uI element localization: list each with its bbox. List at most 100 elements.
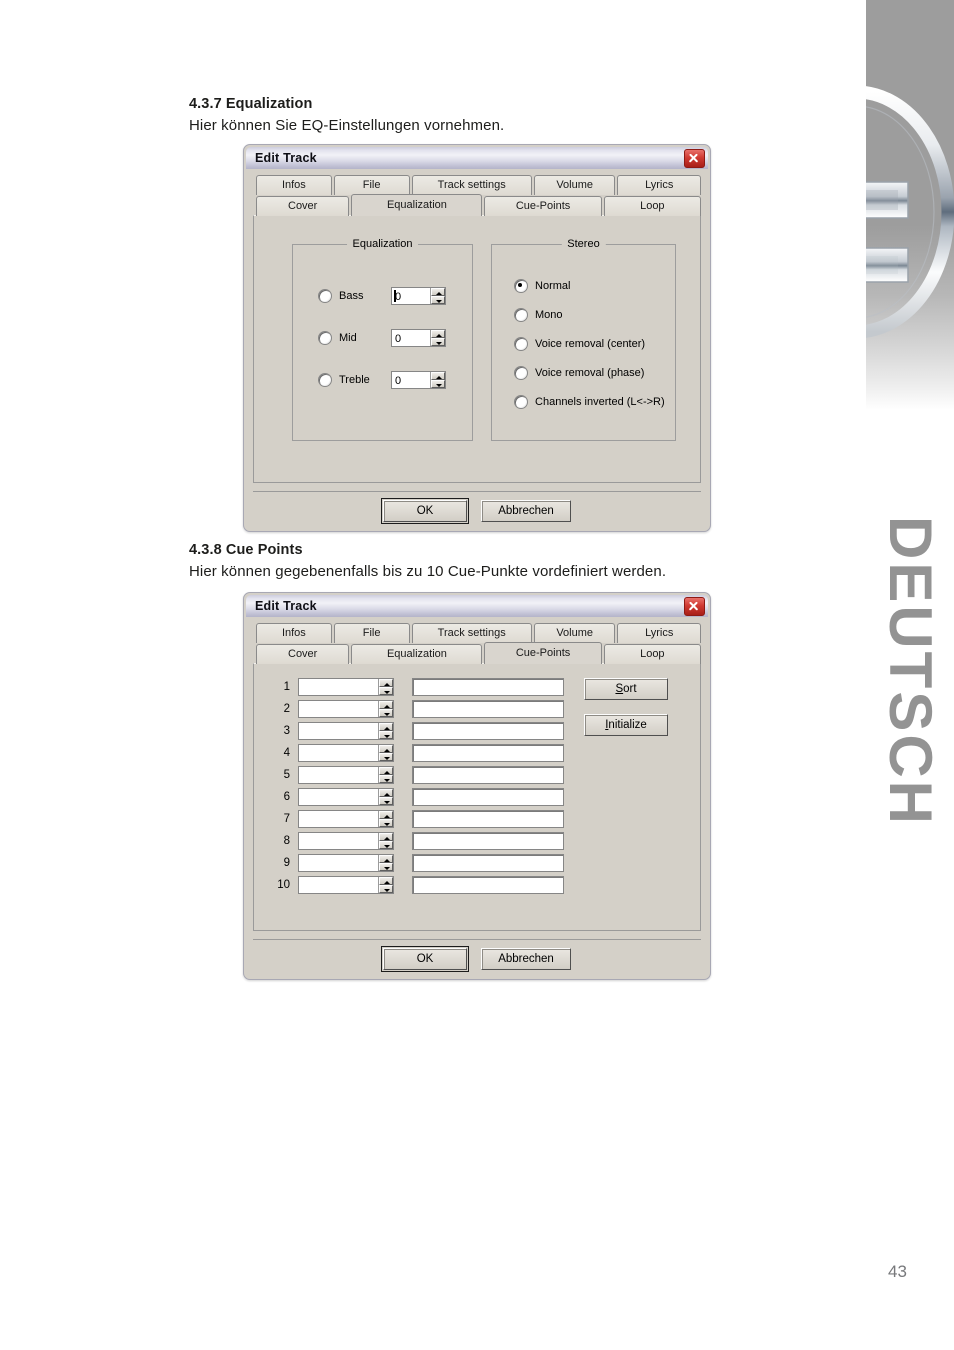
spinner-up-icon[interactable] xyxy=(379,877,393,885)
cue-name-field[interactable] xyxy=(412,810,564,828)
cue-time-spinner-buttons[interactable] xyxy=(378,877,393,893)
tab-infos[interactable]: Infos xyxy=(256,623,332,643)
cue-time-value[interactable] xyxy=(299,855,378,871)
cue-name-field[interactable] xyxy=(412,832,564,850)
stereo-option-channels-inverted[interactable]: Channels inverted (L<->R) xyxy=(514,395,675,409)
cancel-button[interactable]: Abbrechen xyxy=(481,500,571,522)
cue-time-spinner-buttons[interactable] xyxy=(378,855,393,871)
spinner-down-icon[interactable] xyxy=(431,296,445,304)
spinner-down-icon[interactable] xyxy=(379,819,393,827)
spinner-down-icon[interactable] xyxy=(379,709,393,717)
cue-time-spinner-buttons[interactable] xyxy=(378,723,393,739)
spinner-down-icon[interactable] xyxy=(379,863,393,871)
spinner-up-icon[interactable] xyxy=(379,855,393,863)
tab-lyrics[interactable]: Lyrics xyxy=(617,175,701,195)
tab-track-settings[interactable]: Track settings xyxy=(411,175,532,195)
cue-time-value[interactable] xyxy=(299,789,378,805)
tab-track-settings[interactable]: Track settings xyxy=(411,623,532,643)
spinner-up-icon[interactable] xyxy=(379,701,393,709)
stereo-option-voice-center[interactable]: Voice removal (center) xyxy=(514,337,675,351)
cue-name-field[interactable] xyxy=(412,744,564,762)
cue-time-spinner-buttons[interactable] xyxy=(378,767,393,783)
spinner-down-icon[interactable] xyxy=(379,797,393,805)
tab-cover[interactable]: Cover xyxy=(256,196,350,216)
spinner-down-icon[interactable] xyxy=(431,338,445,346)
tab-lyrics[interactable]: Lyrics xyxy=(617,623,701,643)
tab-file[interactable]: File xyxy=(333,175,410,195)
radio-mid[interactable] xyxy=(318,331,332,345)
tab-volume[interactable]: Volume xyxy=(533,175,616,195)
spinner-mid-buttons[interactable] xyxy=(430,330,445,346)
spinner-treble[interactable]: 0 xyxy=(391,371,446,389)
spinner-down-icon[interactable] xyxy=(379,775,393,783)
radio-voice-phase[interactable] xyxy=(514,366,529,380)
edit-track-dialog-equalization[interactable]: Edit Track Infos File Track settings Vol… xyxy=(243,144,711,532)
band-row-treble[interactable]: Treble 0 xyxy=(318,371,472,389)
spinner-down-icon[interactable] xyxy=(379,753,393,761)
cue-time-spinner-buttons[interactable] xyxy=(378,811,393,827)
cue-time-value[interactable] xyxy=(299,811,378,827)
spinner-bass-buttons[interactable] xyxy=(430,288,445,304)
spinner-down-icon[interactable] xyxy=(379,687,393,695)
cue-name-field[interactable] xyxy=(412,678,564,696)
spinner-mid-value[interactable]: 0 xyxy=(392,330,430,346)
tab-equalization[interactable]: Equalization xyxy=(351,194,483,216)
cue-time-value[interactable] xyxy=(299,833,378,849)
tab-infos[interactable]: Infos xyxy=(256,175,332,195)
cue-time-spinner[interactable] xyxy=(298,854,394,872)
spinner-up-icon[interactable] xyxy=(379,811,393,819)
spinner-down-icon[interactable] xyxy=(379,885,393,893)
cue-name-field[interactable] xyxy=(412,700,564,718)
tab-loop[interactable]: Loop xyxy=(603,644,701,664)
tab-loop[interactable]: Loop xyxy=(603,196,701,216)
cue-time-spinner-buttons[interactable] xyxy=(378,789,393,805)
ok-button[interactable]: OK xyxy=(381,946,469,972)
radio-treble[interactable] xyxy=(318,373,332,387)
cue-time-spinner-buttons[interactable] xyxy=(378,701,393,717)
cue-time-spinner[interactable] xyxy=(298,678,394,696)
cue-name-field[interactable] xyxy=(412,854,564,872)
radio-channels-inverted[interactable] xyxy=(514,395,529,409)
tab-cue-points[interactable]: Cue-Points xyxy=(484,642,602,664)
edit-track-dialog-cuepoints[interactable]: Edit Track Infos File Track settings Vol… xyxy=(243,592,711,980)
spinner-up-icon[interactable] xyxy=(431,330,445,338)
radio-bass[interactable] xyxy=(318,289,332,303)
spinner-down-icon[interactable] xyxy=(431,380,445,388)
cue-name-field[interactable] xyxy=(412,766,564,784)
initialize-button[interactable]: Initialize xyxy=(584,714,668,736)
spinner-up-icon[interactable] xyxy=(431,288,445,296)
spinner-treble-value[interactable]: 0 xyxy=(392,372,430,388)
cue-time-value[interactable] xyxy=(299,877,378,893)
spinner-up-icon[interactable] xyxy=(379,745,393,753)
cue-time-value[interactable] xyxy=(299,723,378,739)
cue-time-spinner[interactable] xyxy=(298,722,394,740)
spinner-up-icon[interactable] xyxy=(431,372,445,380)
spinner-up-icon[interactable] xyxy=(379,723,393,731)
tab-equalization[interactable]: Equalization xyxy=(351,644,483,664)
cue-name-field[interactable] xyxy=(412,876,564,894)
cue-time-spinner-buttons[interactable] xyxy=(378,745,393,761)
radio-mono[interactable] xyxy=(514,308,529,322)
spinner-up-icon[interactable] xyxy=(379,789,393,797)
close-icon[interactable] xyxy=(684,596,705,616)
spinner-up-icon[interactable] xyxy=(379,679,393,687)
cue-time-spinner[interactable] xyxy=(298,810,394,828)
cue-time-spinner[interactable] xyxy=(298,700,394,718)
spinner-bass-value[interactable]: 0 xyxy=(392,288,430,304)
spinner-up-icon[interactable] xyxy=(379,833,393,841)
close-icon[interactable] xyxy=(684,148,705,168)
spinner-bass[interactable]: 0 xyxy=(391,287,446,305)
cue-time-value[interactable] xyxy=(299,701,378,717)
spinner-down-icon[interactable] xyxy=(379,731,393,739)
cancel-button[interactable]: Abbrechen xyxy=(481,948,571,970)
cue-time-spinner[interactable] xyxy=(298,744,394,762)
sort-button[interactable]: Sort xyxy=(584,678,668,700)
cue-time-spinner[interactable] xyxy=(298,832,394,850)
stereo-option-mono[interactable]: Mono xyxy=(514,308,675,322)
band-row-bass[interactable]: Bass 0 xyxy=(318,287,472,305)
spinner-treble-buttons[interactable] xyxy=(430,372,445,388)
cue-time-spinner[interactable] xyxy=(298,766,394,784)
spinner-mid[interactable]: 0 xyxy=(391,329,446,347)
stereo-option-normal[interactable]: Normal xyxy=(514,279,675,293)
radio-normal[interactable] xyxy=(514,279,529,293)
